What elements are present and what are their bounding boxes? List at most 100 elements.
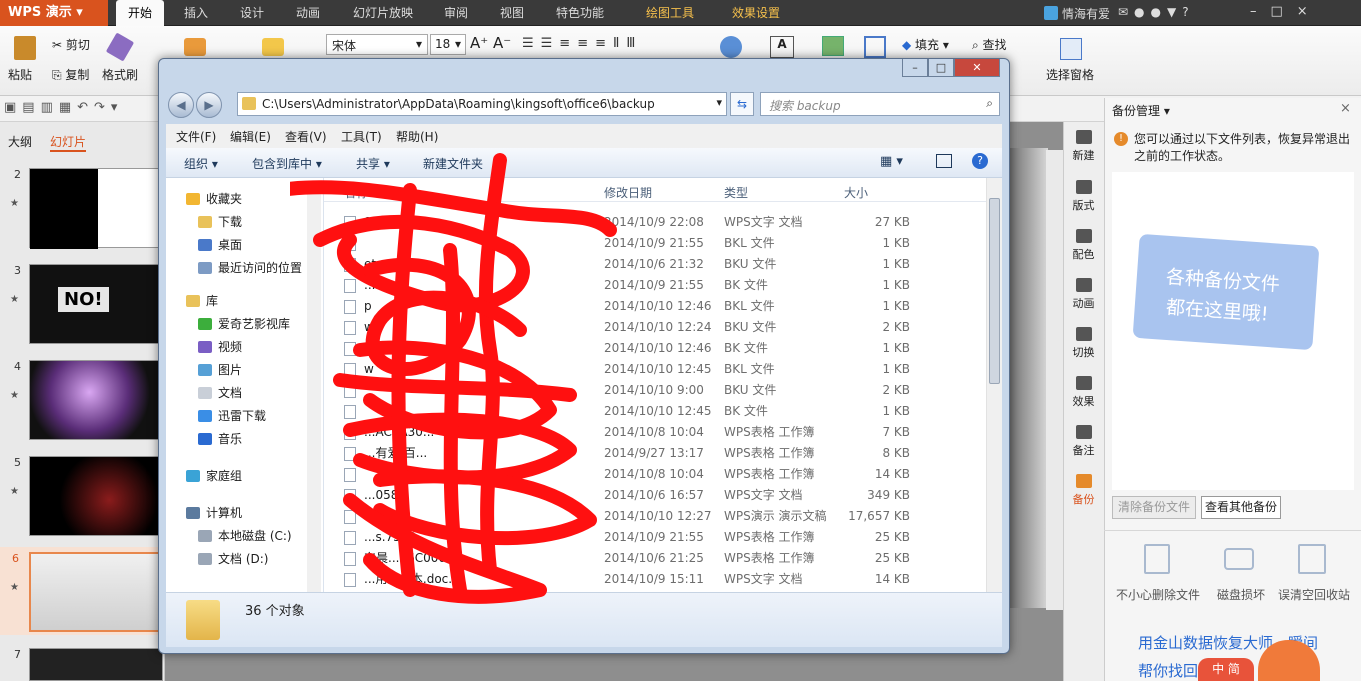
tab-design[interactable]: 设计 (228, 0, 276, 26)
nav-item[interactable]: 收藏夹 (166, 188, 324, 210)
forward-button[interactable]: ▶ (196, 92, 222, 118)
file-row[interactable]: et...u 2014/10/6 21:32 BKU 文件 1 KB (324, 254, 986, 275)
nav-item[interactable]: 本地磁盘 (C:) (166, 525, 324, 547)
tab-slides[interactable]: 幻灯片 (50, 133, 87, 152)
selection-pane-icon[interactable] (1060, 38, 1082, 60)
minimize-button[interactable]: – (902, 59, 928, 77)
menu-tools[interactable]: 工具(T) (341, 128, 382, 145)
view-other-backup-button[interactable]: 查看其他备份 (1201, 496, 1281, 519)
new-folder-button[interactable]: 新建文件夹 (423, 155, 483, 172)
nav-item[interactable]: 迅雷下载 (166, 405, 324, 427)
slide-thumbnail-6[interactable] (29, 552, 163, 632)
menu-view[interactable]: 查看(V) (285, 128, 327, 145)
search-input[interactable]: 搜索 backup ⌕ (760, 92, 1000, 116)
close-button[interactable]: ✕ (954, 59, 1000, 77)
recover-disk-item[interactable]: 磁盘损坏 (1217, 586, 1265, 603)
tab-effect-settings[interactable]: 效果设置 (720, 0, 792, 26)
nav-scrollbar[interactable] (307, 182, 321, 592)
tab-features[interactable]: 特色功能 (544, 0, 616, 26)
layout-icon[interactable] (262, 38, 284, 56)
nav-item[interactable]: 文档 (D:) (166, 548, 324, 570)
scroll-thumb[interactable] (989, 198, 1000, 384)
backup-pane-title[interactable]: 备份管理 ▾ (1112, 102, 1170, 119)
nav-item[interactable]: 图片 (166, 359, 324, 381)
tab-view[interactable]: 视图 (488, 0, 536, 26)
app-logo-button[interactable]: WPS 演示 ▾ (0, 0, 108, 26)
back-button[interactable]: ◀ (168, 92, 194, 118)
nav-item[interactable]: 最近访问的位置 (166, 257, 324, 279)
nav-item[interactable]: 库 (166, 290, 324, 312)
tab-animation[interactable]: 动画 (284, 0, 332, 26)
picture-icon[interactable] (822, 36, 844, 56)
menu-help[interactable]: 帮助(H) (396, 128, 438, 145)
share-button[interactable]: 共享 ▾ (356, 155, 390, 172)
chevron-down-icon[interactable]: ▾ (716, 96, 722, 109)
right-bar-animation[interactable]: 动画 (1063, 278, 1104, 311)
search-icon[interactable]: ⌕ (986, 96, 993, 111)
find-button[interactable]: ⌕ 查找 (972, 36, 1007, 53)
paste-icon[interactable] (14, 36, 36, 60)
file-row[interactable]: 2014/10/10 12:45 BK 文件 1 KB (324, 401, 986, 422)
file-row[interactable]: ...058... 2014/10/6 16:57 WPS文字 文档 349 KB (324, 485, 986, 506)
slide-thumbnail-3[interactable]: NO! (29, 264, 163, 344)
address-bar[interactable]: C:\Users\Administrator\AppData\Roaming\k… (237, 92, 727, 116)
file-row[interactable]: ...EDE... 2014/10/10 12:27 WPS演示 演示文稿 17,65… (324, 506, 986, 527)
nav-item[interactable]: 文档 (166, 382, 324, 404)
file-row[interactable]: 2014/10/10 9:00 BKU 文件 2 KB (324, 380, 986, 401)
paste-button[interactable]: 粘贴 (8, 66, 32, 83)
file-row[interactable]: w 2014/10/10 12:24 BKU 文件 2 KB (324, 317, 986, 338)
tab-slideshow[interactable]: 幻灯片放映 (340, 0, 426, 26)
right-bar-new[interactable]: 新建 (1063, 130, 1104, 163)
nav-item[interactable]: 桌面 (166, 234, 324, 256)
font-size-select[interactable]: 18 ▾ (430, 34, 466, 55)
file-row[interactable]: 2014/10/9 21:55 BKL 文件 1 KB (324, 233, 986, 254)
right-bar-transition[interactable]: 切换 (1063, 327, 1104, 360)
clear-backup-button[interactable]: 清除备份文件 (1112, 496, 1196, 519)
slide-thumbnail-2[interactable] (29, 168, 163, 249)
editor-vertical-scrollbar[interactable] (1046, 150, 1063, 610)
menu-edit[interactable]: 编辑(E) (230, 128, 271, 145)
right-bar-backup[interactable]: 备份 (1063, 474, 1104, 507)
nav-item[interactable]: 视频 (166, 336, 324, 358)
nav-item[interactable]: 音乐 (166, 428, 324, 450)
maximize-button[interactable]: □ (928, 59, 954, 77)
column-date[interactable]: 修改日期 (604, 184, 652, 201)
data-recovery-ad-line2[interactable]: 帮你找回 (1138, 660, 1198, 681)
recover-deleted-item[interactable]: 不小心删除文件 (1116, 586, 1200, 603)
organize-button[interactable]: 组织 ▾ (184, 155, 218, 172)
help-icon[interactable]: ? (972, 153, 988, 169)
preview-pane-icon[interactable] (936, 154, 952, 168)
file-row[interactable]: ...ACEA30... 2014/10/8 10:04 WPS表格 工作簿 7 KB (324, 422, 986, 443)
recover-recycle-item[interactable]: 误清空回收站 (1278, 586, 1350, 603)
column-size[interactable]: 大小 (844, 184, 868, 201)
new-slide-icon[interactable] (184, 38, 206, 56)
paragraph-icons[interactable]: ☰☰≡≡≡ⅡⅢ (522, 36, 642, 51)
shapes-icon[interactable] (720, 36, 742, 58)
slide-thumbnail-4[interactable] (29, 360, 163, 440)
slide-thumbnail-5[interactable] (29, 456, 163, 536)
font-family-select[interactable]: 宋体 ▾ (326, 34, 428, 55)
file-row[interactable]: p 2014/10/10 12:46 BKL 文件 1 KB (324, 296, 986, 317)
file-row[interactable]: 东晨...16C00002... 2014/10/6 21:25 WPS表格 工作簿… (324, 548, 986, 569)
file-row[interactable]: ...有爱-百... 2014/9/27 13:17 WPS表格 工作簿 8 KB (324, 443, 986, 464)
font-grow-shrink-icons[interactable]: A⁺ A⁻ (470, 34, 511, 52)
tab-outline[interactable]: 大纲 (8, 133, 32, 150)
file-row[interactable]: 2014/10/8 10:04 WPS表格 工作簿 14 KB (324, 464, 986, 485)
refresh-button[interactable]: ⇆ (730, 92, 754, 116)
right-bar-notes[interactable]: 备注 (1063, 425, 1104, 458)
right-bar-color-scheme[interactable]: 配色 (1063, 229, 1104, 262)
textbox-icon[interactable]: A (770, 36, 794, 58)
ime-badge[interactable]: 中 简 (1198, 658, 1254, 681)
nav-item[interactable]: 计算机 (166, 502, 324, 524)
right-bar-effects[interactable]: 效果 (1063, 376, 1104, 409)
file-row[interactable]: ...20.bl 2014/10/9 21:55 BK 文件 1 KB (324, 275, 986, 296)
close-icon[interactable]: × (1340, 101, 1351, 116)
window-controls[interactable]: –□× (1250, 4, 1322, 19)
tab-insert[interactable]: 插入 (172, 0, 220, 26)
right-bar-layout[interactable]: 版式 (1063, 180, 1104, 213)
tab-home[interactable]: 开始 (116, 0, 164, 26)
tab-drawing-tools[interactable]: 绘图工具 (634, 0, 706, 26)
file-row[interactable]: ...用空...本.doc... 2014/10/9 15:11 WPS文字 文档 1… (324, 569, 986, 590)
file-list[interactable]: 名称 修改日期 类型 大小 9637A84... 2014/10/9 22:08 W… (324, 178, 986, 592)
cut-button[interactable]: ✂ 剪切 (52, 36, 90, 53)
